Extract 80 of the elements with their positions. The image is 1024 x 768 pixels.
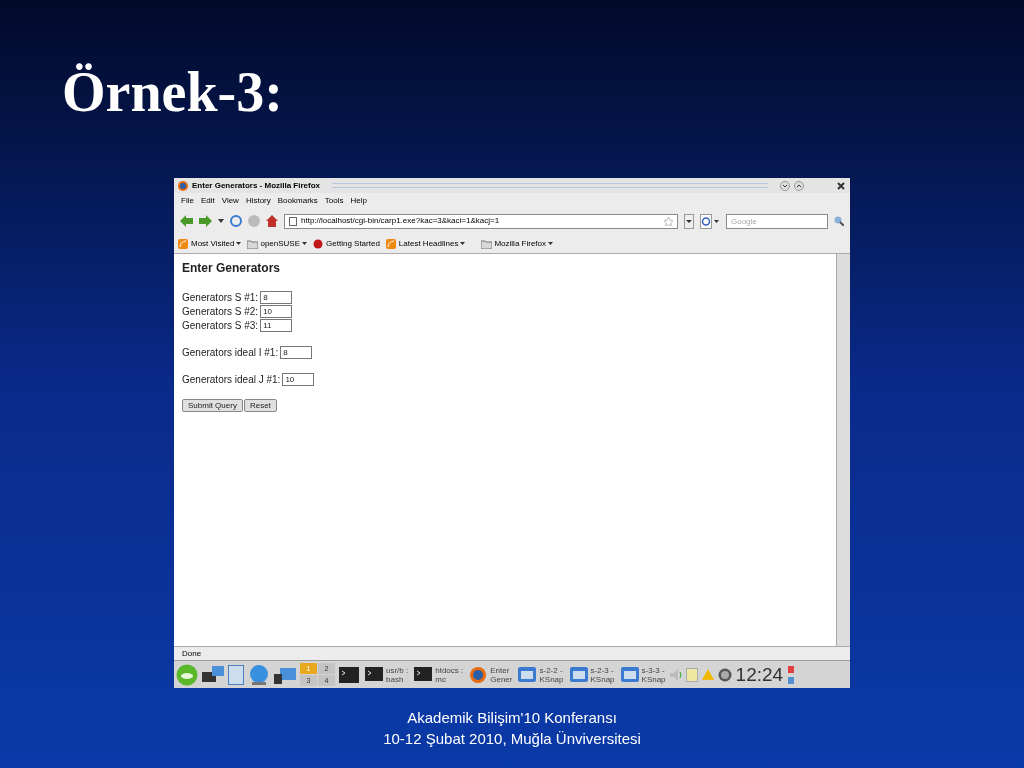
status-text: Done [182, 647, 202, 660]
task-label: Gener [490, 674, 513, 684]
clock: 12:24 [735, 665, 784, 684]
bookmark-item[interactable]: Mozilla Firefox [481, 237, 553, 250]
terminal-icon [365, 666, 383, 683]
search-field[interactable]: Google [726, 213, 828, 229]
bookmark-item[interactable]: openSUSE [247, 237, 308, 250]
bookmark-item[interactable]: Latest Headlines [385, 237, 466, 250]
task-label: Enter [490, 665, 511, 675]
folder-icon [247, 238, 259, 249]
clipboard-icon[interactable] [685, 667, 698, 682]
close-icon[interactable] [836, 180, 846, 191]
field-label: Generators ideal J #1: [182, 372, 281, 387]
computer-icon[interactable] [202, 665, 224, 684]
star-icon[interactable] [664, 216, 673, 226]
menu-item[interactable]: Bookmarks [277, 194, 318, 207]
form-button[interactable]: Reset [243, 399, 277, 412]
task-label: KSnap [539, 674, 564, 684]
input-field[interactable]: 10 [282, 372, 315, 386]
input-field[interactable]: 11 [260, 318, 293, 332]
window-icon [518, 666, 537, 683]
field-label: Generators ideal I #1: [182, 345, 279, 360]
slide-title: Örnek-3: [62, 62, 284, 122]
taskbar-button[interactable]: s-2-3 - KSnap [567, 662, 615, 687]
bookmark-icon [313, 238, 325, 249]
menu-item[interactable]: Edit [200, 194, 215, 207]
terminal-icon [414, 666, 433, 683]
page-heading: Enter Generators [182, 260, 282, 277]
address-bar[interactable]: http://localhost/cgi-bin/carp1.exe?kac=3&kaci=1&kacj=1 [284, 213, 678, 229]
input-field[interactable]: 8 [260, 290, 293, 304]
home-icon[interactable] [266, 215, 278, 227]
taskbar-button[interactable]: s-2-2 - KSnap [516, 662, 564, 687]
dropdown-icon[interactable] [684, 213, 694, 229]
window-icon [569, 666, 588, 683]
task-label: s-3-3 - [641, 665, 666, 675]
minimize-icon[interactable] [780, 180, 790, 191]
field-label: Generators S #2: [182, 304, 259, 319]
taskbar-button[interactable]: s-3-3 - KSnap [618, 662, 666, 687]
taskbar-button[interactable]: Enter Gener [467, 662, 513, 687]
page-icon [289, 216, 297, 226]
bookmark-item[interactable]: Getting Started [313, 237, 380, 250]
input-field[interactable]: 8 [280, 345, 313, 359]
scrollbar[interactable] [836, 254, 850, 646]
forward-arrow-icon[interactable] [199, 215, 212, 227]
terminal-icon[interactable] [339, 666, 359, 683]
feed-icon [178, 238, 189, 249]
task-label: mc [435, 674, 447, 684]
field-label: Generators S #3: [182, 318, 259, 333]
caret-icon[interactable] [218, 219, 224, 223]
taskbar-button[interactable]: usr/b : bash [363, 662, 409, 687]
task-label: KSnap [590, 674, 615, 684]
footer-text: 10-12 Şubat 2010, Muğla Ünviversitesi [383, 729, 641, 749]
task-label: s-2-3 - [590, 665, 615, 675]
menu-item[interactable]: View [221, 194, 239, 207]
menu-item[interactable]: Tools [324, 194, 344, 207]
footer-text: Akademik Bilişim'10 Konferansı [407, 708, 617, 728]
firefox-icon [469, 666, 488, 683]
task-label: htdocs : [435, 665, 464, 675]
bookmark-item[interactable]: Most Visited [178, 237, 242, 250]
menu-item[interactable]: History [245, 194, 271, 207]
window-title: Enter Generators - Mozilla Firefox [192, 179, 321, 192]
task-label: bash [386, 674, 405, 684]
folder-icon [481, 238, 493, 249]
search-icon[interactable] [834, 216, 844, 226]
back-arrow-icon[interactable] [180, 215, 193, 227]
field-label: Generators S #1: [182, 290, 259, 305]
menu-item[interactable]: Help [350, 194, 367, 207]
firefox-icon [178, 180, 188, 191]
task-label: usr/b : [386, 665, 409, 675]
window-icon [620, 666, 639, 683]
form-button[interactable]: Submit Query [182, 399, 243, 412]
feed-icon [385, 238, 397, 249]
task-label: s-2-2 - [539, 665, 564, 675]
taskbar-button[interactable]: htdocs : mc [412, 662, 464, 687]
input-field[interactable]: 10 [260, 304, 293, 318]
search-engine-icon[interactable] [700, 213, 720, 229]
task-label: KSnap [641, 674, 666, 684]
maximize-icon[interactable] [794, 180, 804, 191]
menu-item[interactable]: File [181, 194, 194, 207]
desktop-icon[interactable] [274, 665, 296, 684]
